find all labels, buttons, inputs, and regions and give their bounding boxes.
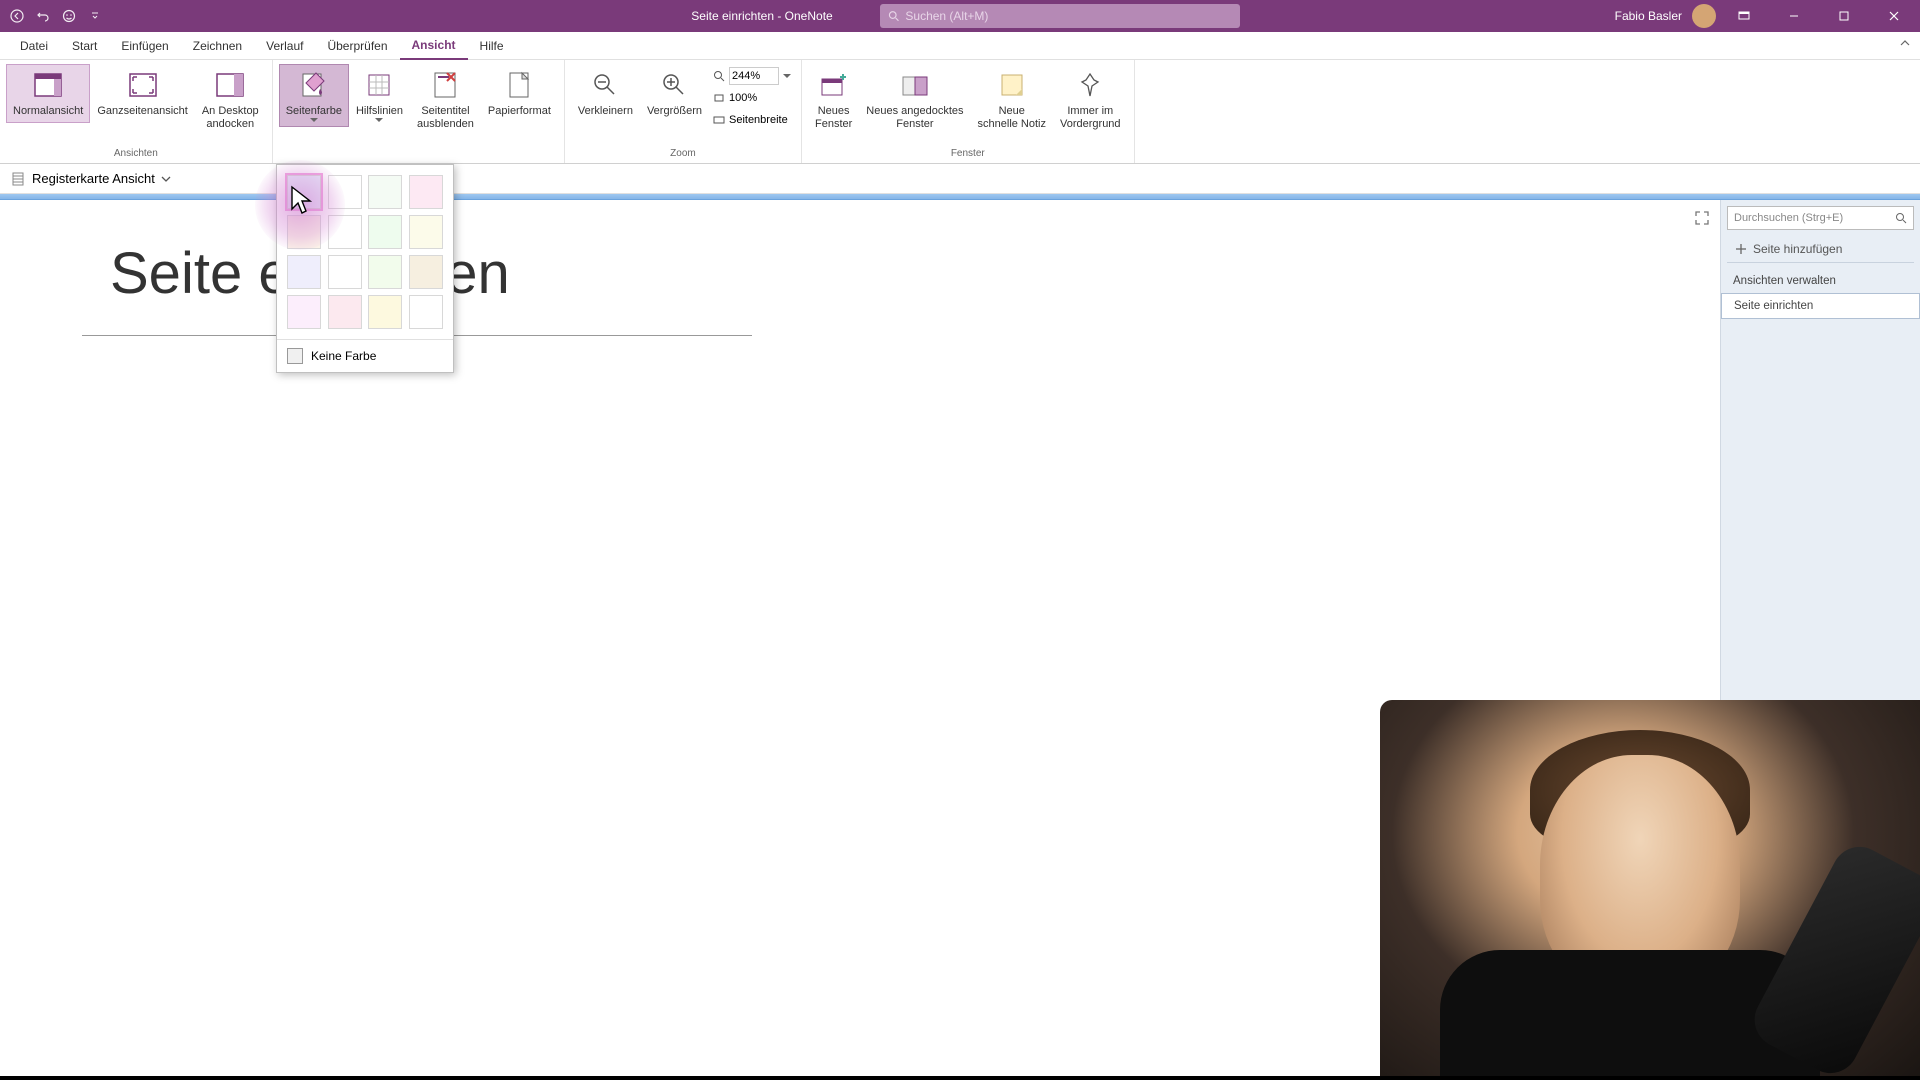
ribbon: Normalansicht Ganzseitenansicht An Deskt… xyxy=(0,60,1920,164)
color-swatch[interactable] xyxy=(287,295,321,329)
notebook-icon[interactable] xyxy=(10,171,26,187)
color-swatch[interactable] xyxy=(328,295,362,329)
color-swatch[interactable] xyxy=(368,175,402,209)
gridlines-button[interactable]: Hilfslinien xyxy=(349,64,410,127)
notebook-label[interactable]: Registerkarte Ansicht xyxy=(32,171,155,186)
avatar[interactable] xyxy=(1692,4,1716,28)
color-swatch[interactable] xyxy=(368,295,402,329)
zoom-pagewidth-button[interactable]: Seitenbreite xyxy=(713,110,791,130)
titlebar: Seite einrichten - OneNote Fabio Basler xyxy=(0,0,1920,32)
search-icon xyxy=(1895,212,1907,224)
pin-icon xyxy=(1074,69,1106,101)
search-input[interactable] xyxy=(905,9,1232,23)
gridlines-icon xyxy=(363,69,395,101)
always-on-top-button[interactable]: Immer im Vordergrund xyxy=(1053,64,1128,136)
ribbon-group-views: Normalansicht Ganzseitenansicht An Deskt… xyxy=(0,60,273,163)
back-icon[interactable] xyxy=(8,7,26,25)
no-color-swatch-icon xyxy=(287,348,303,364)
tab-start[interactable]: Start xyxy=(60,32,109,60)
close-button[interactable] xyxy=(1872,0,1916,32)
paper-format-icon xyxy=(503,69,535,101)
add-page-button[interactable]: Seite hinzufügen xyxy=(1727,236,1914,263)
tab-datei[interactable]: Datei xyxy=(8,32,60,60)
zoom-value-input[interactable] xyxy=(729,67,779,85)
plus-icon xyxy=(1735,243,1747,255)
user-name: Fabio Basler xyxy=(1615,9,1682,23)
new-docked-window-icon xyxy=(899,69,931,101)
color-swatch[interactable] xyxy=(409,175,443,209)
zoom-100-button[interactable]: 100% xyxy=(713,88,791,108)
collapse-ribbon-icon[interactable] xyxy=(1898,36,1912,50)
page-color-icon xyxy=(298,69,330,101)
color-swatch[interactable] xyxy=(328,255,362,289)
tab-zeichnen[interactable]: Zeichnen xyxy=(181,32,254,60)
new-docked-window-button[interactable]: Neues angedocktes Fenster xyxy=(859,64,970,136)
maximize-button[interactable] xyxy=(1822,0,1866,32)
bottom-bar xyxy=(0,1076,1920,1080)
undo-icon[interactable] xyxy=(34,7,52,25)
color-swatch[interactable] xyxy=(287,215,321,249)
normal-view-icon xyxy=(32,69,64,101)
emoji-icon[interactable] xyxy=(60,7,78,25)
page-color-popup: Keine Farbe xyxy=(276,164,454,373)
views-group-label: Ansichten xyxy=(6,146,266,161)
tab-hilfe[interactable]: Hilfe xyxy=(468,32,516,60)
fullpage-view-icon xyxy=(127,69,159,101)
qat-dropdown-icon[interactable] xyxy=(86,7,104,25)
zoom-in-button[interactable]: Vergrößern xyxy=(640,64,709,123)
titlebar-left xyxy=(0,7,104,25)
hide-title-button[interactable]: Seitentitel ausblenden xyxy=(410,64,481,136)
zoom-options: 100% Seitenbreite xyxy=(709,64,795,132)
menubar: Datei Start Einfügen Zeichnen Verlauf Üb… xyxy=(0,32,1920,60)
page-list-item[interactable]: Ansichten verwalten xyxy=(1721,269,1920,293)
color-swatch[interactable] xyxy=(368,255,402,289)
tab-verlauf[interactable]: Verlauf xyxy=(254,32,315,60)
expand-icon[interactable] xyxy=(1694,210,1710,226)
tab-ansicht[interactable]: Ansicht xyxy=(400,32,468,60)
side-search[interactable]: Durchsuchen (Strg+E) xyxy=(1727,206,1914,230)
zoom-out-icon xyxy=(589,69,621,101)
page-list-item[interactable]: Seite einrichten xyxy=(1721,293,1920,319)
color-swatch[interactable] xyxy=(368,215,402,249)
zoom-out-button[interactable]: Verkleinern xyxy=(571,64,640,123)
ribbon-display-icon[interactable] xyxy=(1722,0,1766,32)
window-title: Seite einrichten - OneNote xyxy=(691,9,832,23)
color-swatch[interactable] xyxy=(328,175,362,209)
minimize-button[interactable] xyxy=(1772,0,1816,32)
color-swatch[interactable] xyxy=(409,255,443,289)
normal-view-button[interactable]: Normalansicht xyxy=(6,64,90,123)
new-window-button[interactable]: Neues Fenster xyxy=(808,64,859,136)
zoom-group-label: Zoom xyxy=(571,146,795,161)
search-box[interactable] xyxy=(880,4,1240,28)
quick-note-button[interactable]: Neue schnelle Notiz xyxy=(971,64,1053,136)
color-swatch[interactable] xyxy=(409,295,443,329)
zoom-in-icon xyxy=(658,69,690,101)
ribbon-group-pagesetup: Seitenfarbe Hilfslinien Seitentitel ausb… xyxy=(273,60,565,163)
dock-desktop-icon xyxy=(214,69,246,101)
quick-note-icon xyxy=(996,69,1028,101)
ribbon-group-zoom: Verkleinern Vergrößern 100% Seitenbreite… xyxy=(565,60,802,163)
tab-ueberpruefen[interactable]: Überprüfen xyxy=(315,32,399,60)
dock-desktop-button[interactable]: An Desktop andocken xyxy=(195,64,266,136)
no-color-option[interactable]: Keine Farbe xyxy=(277,339,453,372)
fullpage-view-button[interactable]: Ganzseitenansicht xyxy=(90,64,195,123)
color-swatch[interactable] xyxy=(328,215,362,249)
hide-title-icon xyxy=(429,69,461,101)
window-group-label: Fenster xyxy=(808,146,1128,161)
ribbon-group-window: Neues Fenster Neues angedocktes Fenster … xyxy=(802,60,1135,163)
color-swatch[interactable] xyxy=(409,215,443,249)
titlebar-right: Fabio Basler xyxy=(1615,0,1920,32)
tab-einfuegen[interactable]: Einfügen xyxy=(109,32,180,60)
color-swatch[interactable] xyxy=(287,175,321,209)
webcam-overlay xyxy=(1380,700,1920,1080)
new-window-icon xyxy=(818,69,850,101)
color-swatch[interactable] xyxy=(287,255,321,289)
chevron-down-icon[interactable] xyxy=(161,176,171,182)
page-color-button[interactable]: Seitenfarbe xyxy=(279,64,349,127)
paper-format-button[interactable]: Papierformat xyxy=(481,64,558,123)
